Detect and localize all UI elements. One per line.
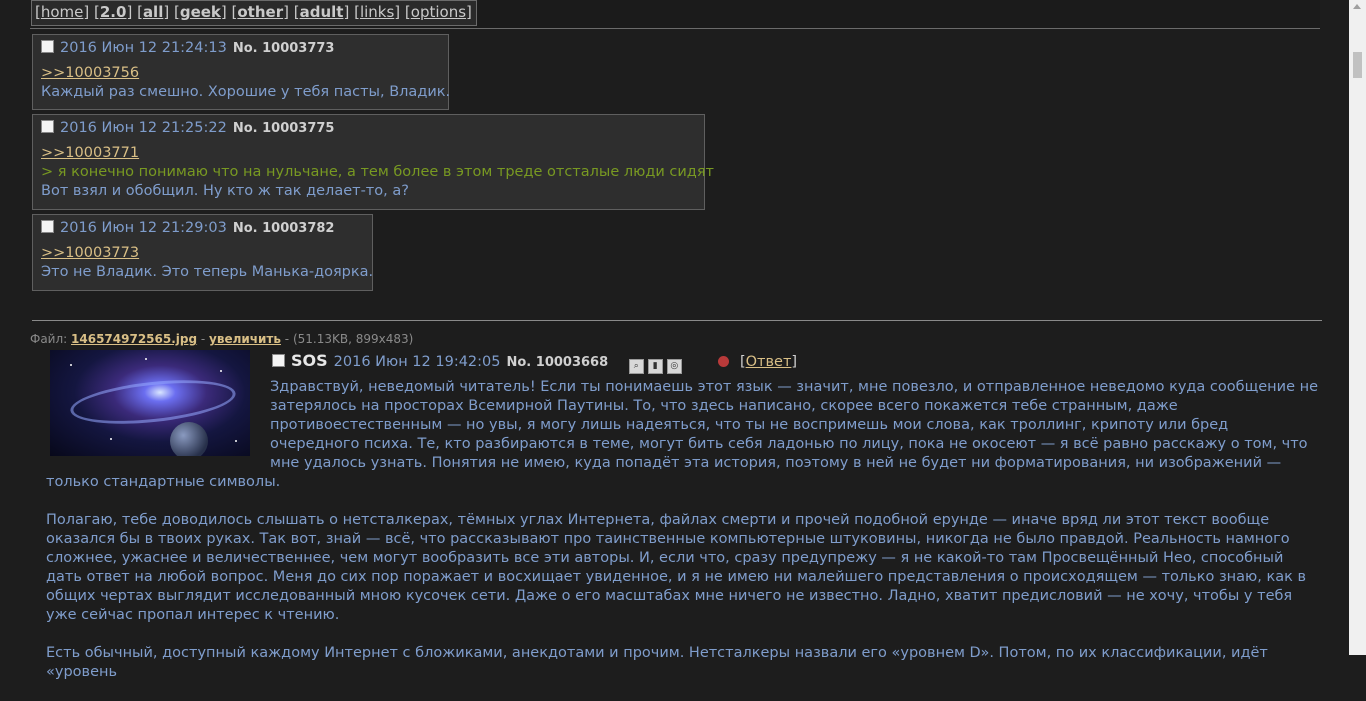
nav-2-0[interactable]: 2.0 [100, 3, 127, 21]
expand-icon[interactable]: ◎ [666, 359, 682, 374]
post-number[interactable]: No. 10003775 [233, 121, 335, 136]
post-text-line: Каждый раз смешно. Хорошие у тебя пасты,… [41, 84, 451, 100]
post-text-line: Это не Владик. Это теперь Манька-доярка. [41, 264, 374, 280]
op-subject: SOS [291, 351, 328, 370]
nav-links[interactable]: links [360, 3, 394, 21]
star [70, 364, 72, 366]
reply-backlink[interactable]: >>10003756 [41, 64, 440, 83]
reply-post: 2016 Июн 12 21:25:22 No. 10003775 >>10003… [32, 114, 714, 210]
post-number[interactable]: No. 10003782 [233, 221, 335, 236]
op-message: Здравствуй, неведомый читатель! Если ты … [46, 378, 1322, 701]
reply-post: 2016 Июн 12 21:29:03 No. 10003782 >>10003… [32, 214, 373, 291]
file-separator: - [197, 332, 210, 346]
enlarge-link[interactable]: увеличить [209, 332, 281, 346]
nav-home[interactable]: home [41, 3, 84, 21]
vertical-scrollbar[interactable] [1349, 0, 1366, 655]
post-date: 2016 Июн 12 21:29:03 [60, 220, 227, 236]
op-paragraph: Полагаю, тебе доводилось слышать о нетст… [46, 512, 1306, 623]
op-number[interactable]: No. 10003668 [507, 355, 609, 370]
file-label: Файл: [30, 332, 72, 346]
post-select-checkbox[interactable] [41, 220, 54, 233]
post-text-line: Вот взял и обобщил. Ну кто ж так делает-… [41, 183, 409, 199]
reply-bracket-close: ] [791, 354, 798, 370]
board-navigation: [home] [2.0] [all] [geek] [other] [adult… [31, 0, 477, 26]
delete-icon[interactable] [718, 356, 730, 367]
post-date: 2016 Июн 12 21:25:22 [60, 120, 227, 136]
post-quote-line: > я конечно понимаю что на нульчане, а т… [41, 164, 714, 180]
nav-other[interactable]: other [237, 3, 283, 21]
reply-post: 2016 Июн 12 21:24:13 No. 10003773 >>10003… [32, 34, 451, 110]
reply-backlink[interactable]: >>10003773 [41, 244, 364, 263]
post-header: 2016 Июн 12 21:24:13 No. 10003773 [41, 38, 440, 58]
post-select-checkbox[interactable] [41, 40, 54, 53]
star [145, 358, 147, 360]
nav-adult[interactable]: adult [300, 3, 344, 21]
reply-link[interactable]: Ответ [746, 354, 792, 370]
op-header: SOS 2016 Июн 12 19:42:05 No. 10003668 ⌕ ▮ ◎ … [272, 350, 797, 374]
post-number[interactable]: No. 10003773 [233, 41, 335, 56]
nav-all[interactable]: all [143, 3, 163, 21]
file-link[interactable]: 146574972565.jpg [71, 332, 197, 346]
post-date: 2016 Июн 12 21:24:13 [60, 40, 227, 56]
reply-button[interactable]: [Ответ] [740, 354, 797, 370]
reply-backlink[interactable]: >>10003771 [41, 144, 696, 163]
page: [home] [2.0] [all] [geek] [other] [adult… [0, 0, 1366, 680]
nav-options[interactable]: options [411, 3, 466, 21]
scrollbar-thumb[interactable] [1353, 52, 1362, 78]
post-header: 2016 Июн 12 21:25:22 No. 10003775 [41, 118, 696, 138]
op-paragraph: Есть обычный, доступный каждому Интернет… [46, 645, 1268, 680]
post-header: 2016 Июн 12 21:29:03 No. 10003782 [41, 218, 364, 238]
file-info: Файл: 146574972565.jpg - увеличить - (51… [30, 332, 413, 346]
op-select-checkbox[interactable] [272, 354, 285, 367]
thread-divider [32, 320, 1322, 321]
star [220, 370, 222, 372]
file-meta: - (51.13KB, 899x483) [280, 332, 414, 346]
op-date: 2016 Июн 12 19:42:05 [333, 354, 501, 370]
scroll-up-icon[interactable] [1353, 4, 1361, 9]
post-select-checkbox[interactable] [41, 120, 54, 133]
search-image-icon[interactable]: ⌕ [628, 359, 644, 374]
nav-geek[interactable]: geek [180, 3, 221, 21]
bookmark-icon[interactable]: ▮ [647, 359, 663, 374]
float-spacer [46, 378, 270, 458]
